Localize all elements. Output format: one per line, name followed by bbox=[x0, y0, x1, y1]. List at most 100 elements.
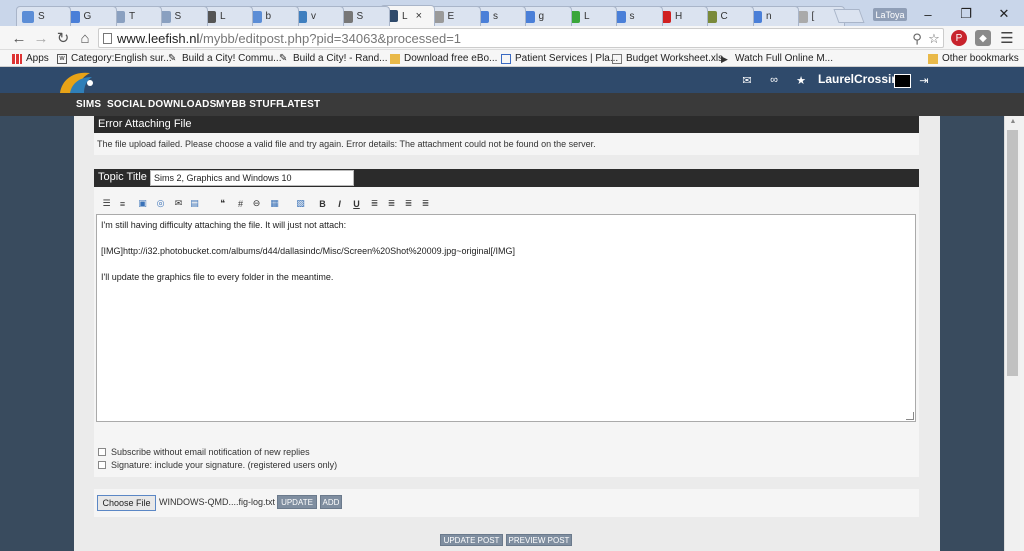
picture-icon[interactable]: ▧ bbox=[294, 197, 307, 210]
apps-icon bbox=[12, 53, 22, 64]
add-attachment-button[interactable]: ADD bbox=[320, 495, 342, 509]
other-bookmarks[interactable]: Other bookmarks bbox=[928, 52, 1019, 65]
bookmark-label: Patient Services | Pla... bbox=[515, 53, 619, 64]
bookmark-item[interactable]: ✎ Build a City! - Rand... bbox=[279, 52, 387, 65]
page-icon bbox=[103, 33, 112, 44]
nav-social[interactable]: SOCIAL bbox=[107, 99, 146, 110]
bookmark-label: Apps bbox=[26, 53, 49, 64]
signature-checkbox[interactable] bbox=[98, 461, 106, 469]
star-icon[interactable]: ☆ bbox=[926, 31, 942, 47]
restore-icon[interactable]: ❐ bbox=[950, 6, 982, 22]
insert-image-icon[interactable]: ▤ bbox=[188, 197, 201, 210]
folder-icon bbox=[928, 53, 938, 64]
tab-title: s bbox=[629, 11, 635, 22]
error-title: Error Attaching File bbox=[94, 116, 919, 133]
profile-chip[interactable]: LaToya bbox=[873, 8, 907, 21]
nav-sims[interactable]: SIMS bbox=[76, 99, 101, 110]
wiki-icon: w bbox=[57, 53, 67, 64]
minimize-icon[interactable]: – bbox=[912, 6, 944, 22]
site-nav: SIMS SOCIAL DOWNLOADS MYBB STUFF LATEST bbox=[0, 93, 1024, 116]
bookmark-item[interactable]: ✎ Build a City! Commu... bbox=[168, 52, 281, 65]
extension-icon[interactable]: ◆ bbox=[975, 30, 991, 46]
email-icon[interactable]: ✉ bbox=[172, 197, 185, 210]
tab-title: [ bbox=[811, 11, 815, 22]
align-left-icon[interactable]: ≣ bbox=[368, 197, 381, 210]
unordered-list-icon[interactable]: ≡ bbox=[116, 197, 129, 210]
bookmark-apps[interactable]: Apps bbox=[12, 52, 49, 65]
scrollbar-thumb[interactable] bbox=[1007, 130, 1018, 376]
align-center-icon[interactable]: ≣ bbox=[385, 197, 398, 210]
browser-toolbar: ← → ↻ ⌂ www.leefish.nl/mybb/editpost.php… bbox=[0, 26, 1024, 50]
pin-icon: ✎ bbox=[279, 52, 288, 64]
bookmark-item[interactable]: Download free eBo... bbox=[390, 52, 497, 65]
scrollbar[interactable]: ▲ bbox=[1004, 116, 1020, 551]
bookmark-label: Watch Full Online M... bbox=[735, 53, 833, 64]
topic-title-row: Topic Title Sims 2, Graphics and Windows… bbox=[94, 169, 919, 187]
scroll-up-icon[interactable]: ▲ bbox=[1008, 118, 1018, 126]
bold-icon[interactable]: B bbox=[316, 197, 329, 210]
message-line: I'll update the graphics file to every f… bbox=[101, 271, 334, 282]
user-menu-toggle[interactable] bbox=[894, 74, 911, 88]
back-arrow-icon[interactable]: ← bbox=[10, 29, 28, 47]
tab-title: S bbox=[38, 11, 45, 22]
mail-icon[interactable]: ✉ bbox=[740, 73, 754, 87]
message-line: [IMG]http://i32.photobucket.com/albums/d… bbox=[101, 245, 515, 256]
bookmark-label: Build a City! Commu... bbox=[182, 53, 282, 64]
subscribe-option[interactable]: Subscribe without email notification of … bbox=[98, 446, 310, 458]
bookmark-item[interactable]: ▶ Watch Full Online M... bbox=[721, 52, 833, 65]
nav-downloads[interactable]: DOWNLOADS bbox=[148, 99, 216, 110]
close-window-icon[interactable]: ✕ bbox=[988, 6, 1020, 22]
choose-file-button[interactable]: Choose File bbox=[97, 495, 156, 511]
bookmark-item[interactable]: w Category:English sur... bbox=[57, 52, 172, 65]
quote-icon[interactable]: ❝ bbox=[216, 197, 229, 210]
tab-title: H bbox=[675, 11, 683, 22]
underline-icon[interactable]: U bbox=[350, 197, 363, 210]
tab-close-icon[interactable]: × bbox=[416, 10, 422, 22]
bookmarks-bar: Apps w Category:English sur... ✎ Build a C… bbox=[0, 50, 1024, 67]
nav-mybb-stuff[interactable]: MYBB STUFF bbox=[216, 99, 282, 110]
tab-title: E bbox=[447, 11, 455, 22]
bookmark-item[interactable]: Patient Services | Pla... bbox=[501, 52, 618, 65]
tab-title: C bbox=[720, 11, 728, 22]
image-icon[interactable]: ▣ bbox=[136, 197, 149, 210]
preview-post-button[interactable]: PREVIEW POST bbox=[506, 534, 572, 546]
page-icon bbox=[612, 53, 622, 64]
nav-latest[interactable]: LATEST bbox=[281, 99, 320, 110]
menu-icon[interactable]: ☰ bbox=[998, 29, 1016, 47]
update-attachment-button[interactable]: UPDATE bbox=[277, 495, 317, 509]
selected-file-name: WINDOWS-QMD....fig-log.txt bbox=[159, 497, 276, 507]
url-host: www.leefish.nl bbox=[117, 30, 200, 46]
signature-option[interactable]: Signature: include your signature. (regi… bbox=[98, 459, 337, 471]
reload-icon[interactable]: ↻ bbox=[54, 29, 72, 47]
ordered-list-icon[interactable]: ☰ bbox=[100, 197, 113, 210]
search-icon[interactable]: ⚲ bbox=[909, 31, 925, 47]
topic-title-label: Topic Title bbox=[98, 171, 147, 183]
pinterest-icon[interactable]: P bbox=[951, 30, 967, 46]
subscribe-checkbox[interactable] bbox=[98, 448, 106, 456]
logout-icon[interactable]: ⇥ bbox=[917, 73, 931, 87]
globe-link-icon[interactable]: ◎ bbox=[154, 197, 167, 210]
forward-arrow-icon[interactable]: → bbox=[32, 29, 50, 47]
media-icon[interactable]: ▦ bbox=[268, 197, 281, 210]
tab-title: v bbox=[311, 11, 316, 22]
resize-handle[interactable] bbox=[906, 412, 914, 420]
buddy-icon[interactable]: ∞ bbox=[767, 73, 781, 87]
message-line: I'm still having difficulty attaching th… bbox=[101, 220, 347, 230]
bookmark-label: Budget Worksheet.xls bbox=[626, 53, 724, 64]
home-icon[interactable]: ⌂ bbox=[76, 29, 94, 47]
spoiler-icon[interactable]: ⊖ bbox=[250, 197, 263, 210]
align-right-icon[interactable]: ≣ bbox=[402, 197, 415, 210]
hash-icon[interactable]: # bbox=[234, 197, 247, 210]
bookmark-item[interactable]: Budget Worksheet.xls bbox=[612, 52, 723, 65]
star-icon[interactable]: ★ bbox=[794, 73, 808, 87]
leefish-logo[interactable] bbox=[56, 69, 104, 93]
topic-title-input[interactable]: Sims 2, Graphics and Windows 10 bbox=[150, 170, 354, 186]
message-textarea[interactable]: I'm still having difficulty attaching th… bbox=[96, 214, 916, 422]
update-post-button[interactable]: UPDATE POST bbox=[440, 534, 503, 546]
new-tab-button[interactable] bbox=[833, 9, 865, 23]
italic-icon[interactable]: I bbox=[333, 197, 346, 210]
browser-tab[interactable]: S bbox=[16, 6, 71, 26]
justify-icon[interactable]: ≣ bbox=[419, 197, 432, 210]
address-bar[interactable]: www.leefish.nl/mybb/editpost.php?pid=340… bbox=[98, 28, 944, 48]
username[interactable]: LaurelCrossing bbox=[818, 72, 906, 86]
